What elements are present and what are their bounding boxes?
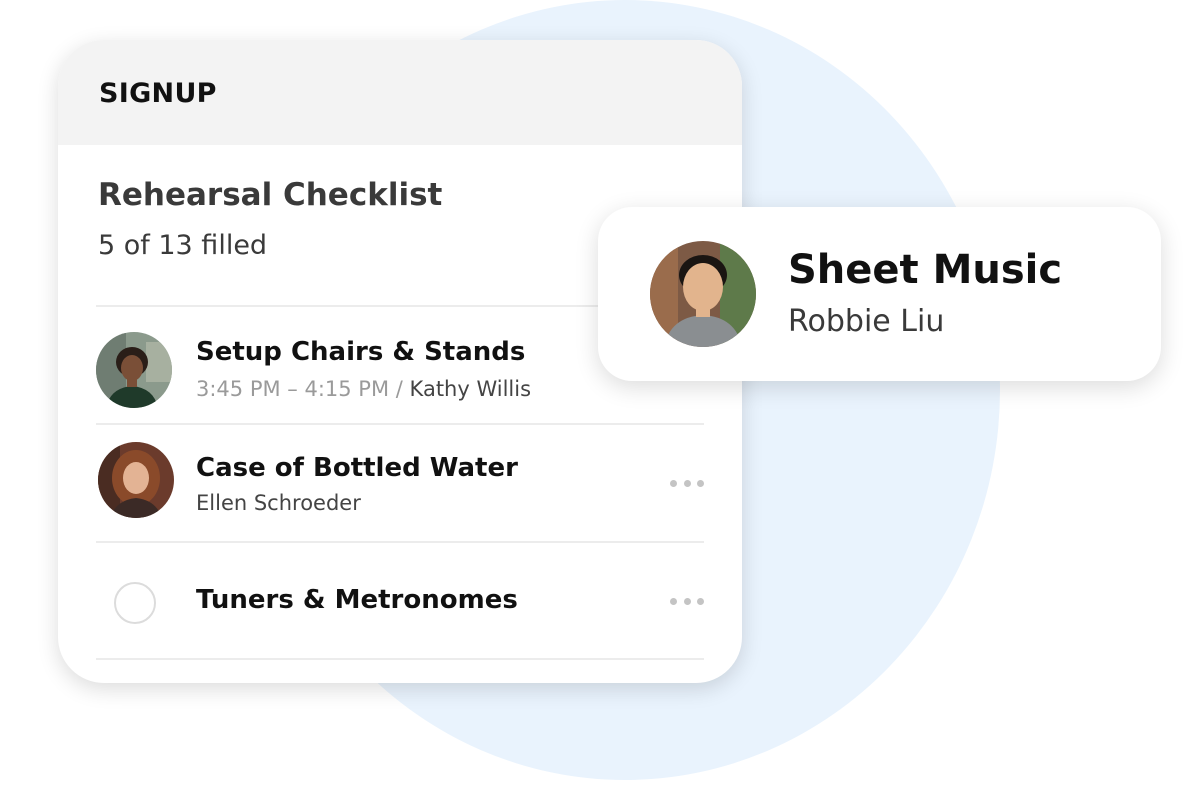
item-person: Ellen Schroeder [196,491,361,515]
separator: / [395,377,403,401]
filled-count: 5 of 13 filled [98,230,268,261]
signup-label: SIGNUP [99,78,217,109]
avatar [98,442,174,518]
page: SIGNUP Rehearsal Checklist 5 of 13 fille… [0,0,1200,800]
more-options-icon[interactable] [670,596,704,606]
popup-title: Sheet Music [788,247,1063,293]
list-item[interactable]: Case of Bottled Water Ellen Schroeder [96,425,704,540]
more-options-icon[interactable] [670,478,704,488]
item-title: Case of Bottled Water [196,453,518,483]
card-header: SIGNUP [58,40,742,145]
checklist-title: Rehearsal Checklist [98,177,443,213]
item-person: Kathy Willis [409,377,532,401]
divider [96,658,704,660]
popup-person: Robbie Liu [788,304,945,339]
item-title: Setup Chairs & Stands [196,337,526,367]
signup-popup-card[interactable]: Sheet Music Robbie Liu [598,207,1161,381]
item-title: Tuners & Metronomes [196,585,518,615]
empty-slot-circle[interactable] [114,582,156,624]
item-detail: 3:45 PM – 4:15 PM / Kathy Willis [196,377,531,401]
avatar [96,332,172,408]
avatar [650,241,756,347]
item-time: 3:45 PM – 4:15 PM [196,377,390,401]
list-item[interactable]: Tuners & Metronomes [96,543,704,658]
